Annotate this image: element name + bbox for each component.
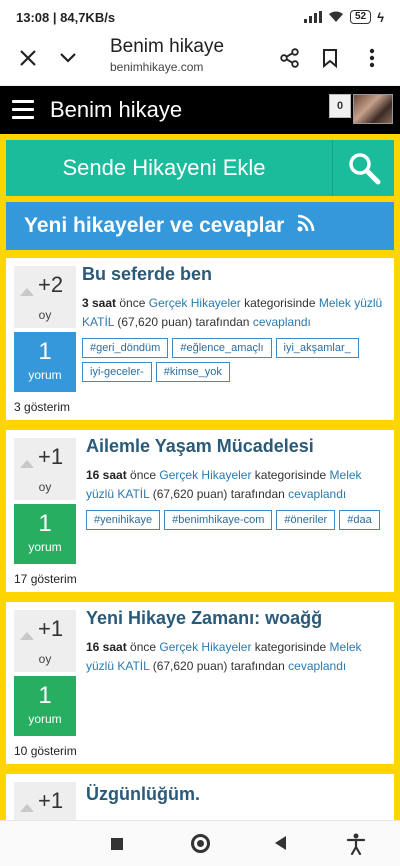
- tag[interactable]: iyi_akşamlar_: [275, 338, 359, 358]
- vote-box: +2 oy: [14, 266, 76, 328]
- answer-label: yorum: [28, 540, 62, 554]
- tag[interactable]: iyi-geceler-: [82, 362, 152, 382]
- vote-box: +1: [14, 782, 76, 820]
- browser-title: Benim hikaye: [110, 36, 225, 57]
- answer-count: 1: [38, 682, 52, 709]
- answered-link[interactable]: cevaplandı: [253, 315, 311, 329]
- vote-label: oy: [38, 652, 52, 666]
- tag-list: #yenihikaye #benimhikaye-com #öneriler #…: [86, 510, 392, 530]
- tag[interactable]: #yenihikaye: [86, 510, 161, 530]
- status-time: 13:08 | 84,7KB/s: [16, 9, 116, 25]
- answer-count-box: 1 yorum: [14, 504, 76, 564]
- close-icon[interactable]: [8, 38, 48, 78]
- answer-label: yorum: [28, 712, 62, 726]
- vote-count: +2: [38, 272, 64, 297]
- search-icon[interactable]: [332, 140, 394, 196]
- question-meta: 3 saat önce Gerçek Hikayeler kategorisin…: [82, 296, 383, 329]
- system-nav-bar: [0, 820, 400, 866]
- question-card: +1 oy 1 yorum Yeni Hikaye Zamanı: woağğ …: [6, 602, 394, 764]
- question-title[interactable]: Bu seferde ben: [82, 264, 212, 285]
- share-icon[interactable]: [270, 38, 310, 78]
- signal-icon: [303, 11, 322, 23]
- answered-link[interactable]: cevaplandı: [288, 487, 346, 501]
- site-title[interactable]: Benim hikaye: [50, 97, 182, 123]
- tag-list: #geri_döndüm #eğlence_amaçlı iyi_akşamla…: [82, 338, 388, 382]
- tag[interactable]: #benimhikaye-com: [164, 510, 273, 530]
- tag[interactable]: #daa: [339, 510, 380, 530]
- avatar[interactable]: [353, 94, 393, 124]
- vote-up-icon[interactable]: [20, 460, 34, 468]
- more-options-icon[interactable]: [352, 38, 392, 78]
- view-count: 17 gösterim: [14, 572, 77, 586]
- tag[interactable]: #eğlence_amaçlı: [172, 338, 272, 358]
- question-card: +2 oy 1 yorum Bu seferde ben 3 saat önce…: [6, 258, 394, 420]
- vote-up-icon[interactable]: [20, 804, 34, 812]
- new-stories-label: Yeni hikayeler ve cevaplar: [24, 214, 285, 237]
- add-story-bar: Sende Hikayeni Ekle: [6, 140, 394, 196]
- vote-up-icon[interactable]: [20, 632, 34, 640]
- charging-icon: ϟ: [377, 9, 384, 25]
- accessibility-icon[interactable]: [346, 833, 366, 856]
- tag[interactable]: #geri_döndüm: [82, 338, 169, 358]
- status-icons: 52 ϟ: [303, 9, 384, 25]
- question-title[interactable]: Üzgünlüğüm.: [86, 784, 200, 805]
- chevron-down-icon[interactable]: [48, 38, 88, 78]
- vote-box: +1 oy: [14, 610, 76, 672]
- question-title[interactable]: Yeni Hikaye Zamanı: woağğ: [86, 608, 322, 629]
- question-card: +1 oy 1 yorum Ailemle Yaşam Mücadelesi 1…: [6, 430, 394, 592]
- answered-link[interactable]: cevaplandı: [288, 659, 346, 673]
- browser-url: benimhikaye.com: [110, 60, 204, 74]
- answer-count-box: 1 yorum: [14, 332, 76, 392]
- browser-toolbar: Benim hikaye benimhikaye.com: [0, 34, 400, 86]
- category-link[interactable]: Gerçek Hikayeler: [159, 640, 251, 654]
- new-stories-header[interactable]: Yeni hikayeler ve cevaplar: [6, 202, 394, 250]
- vote-label: oy: [38, 480, 52, 494]
- vote-count: +1: [38, 616, 64, 641]
- add-story-button[interactable]: Sende Hikayeni Ekle: [6, 140, 332, 196]
- view-count: 3 gösterim: [14, 400, 71, 414]
- tag[interactable]: #öneriler: [276, 510, 336, 530]
- rss-icon[interactable]: [296, 213, 316, 239]
- vote-label: oy: [38, 308, 52, 322]
- question-meta: 16 saat önce Gerçek Hikayeler kategorisi…: [86, 640, 362, 673]
- bookmark-icon[interactable]: [310, 38, 350, 78]
- category-link[interactable]: Gerçek Hikayeler: [149, 296, 241, 310]
- status-bar: 13:08 | 84,7KB/s 52 ϟ: [0, 0, 400, 34]
- question-meta: 16 saat önce Gerçek Hikayeler kategorisi…: [86, 468, 362, 501]
- wifi-icon: [328, 11, 344, 23]
- answer-count: 1: [38, 338, 52, 365]
- browser-title-block: Benim hikaye benimhikaye.com: [110, 36, 224, 74]
- category-link[interactable]: Gerçek Hikayeler: [159, 468, 251, 482]
- answer-count: 1: [38, 510, 52, 537]
- vote-box: +1 oy: [14, 438, 76, 500]
- question-title[interactable]: Ailemle Yaşam Mücadelesi: [86, 436, 314, 457]
- answer-count-box: 1 yorum: [14, 676, 76, 736]
- recents-button[interactable]: [111, 838, 123, 850]
- home-button[interactable]: [191, 834, 210, 853]
- tag[interactable]: #kimse_yok: [155, 362, 230, 382]
- vote-up-icon[interactable]: [20, 288, 34, 296]
- vote-count: +1: [38, 444, 64, 469]
- view-count: 10 gösterim: [14, 744, 77, 758]
- notification-count[interactable]: 0: [329, 94, 351, 118]
- menu-icon[interactable]: [12, 100, 34, 120]
- question-card: +1 Üzgünlüğüm.: [6, 774, 394, 820]
- battery-icon: 52: [349, 10, 372, 24]
- vote-count: +1: [38, 788, 64, 813]
- back-button[interactable]: [275, 836, 286, 850]
- answer-label: yorum: [28, 368, 62, 382]
